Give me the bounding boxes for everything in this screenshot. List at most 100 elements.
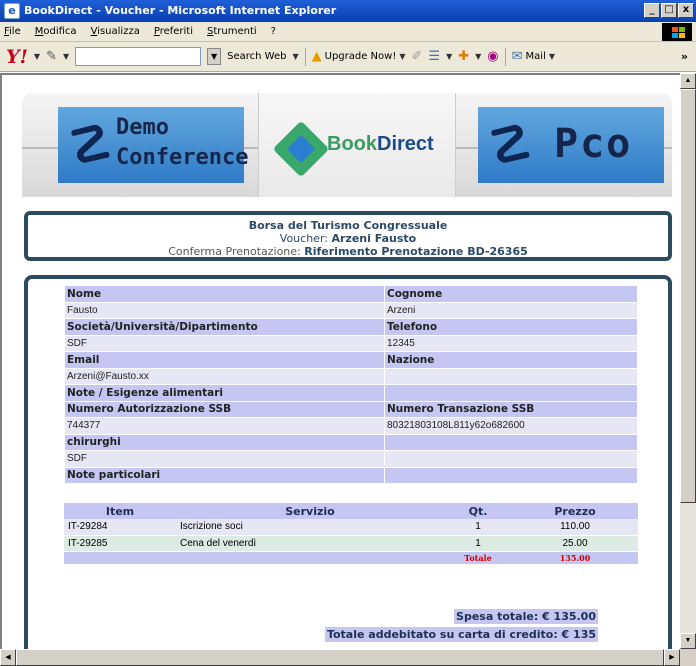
minimize-button[interactable]: _ — [644, 3, 660, 18]
menu-visualizza[interactable]: Visualizza — [91, 26, 140, 37]
field-label — [384, 466, 638, 484]
field-value-row: Fausto Arzeni — [64, 301, 638, 319]
field-label: Numero Autorizzazione SSB — [64, 400, 385, 418]
voucher-body: Nome Cognome Fausto Arzeni Società/Universit… — [24, 275, 672, 649]
spesa-totale: Spesa totale: € 135.00 — [454, 609, 598, 624]
field-label-row: Email Nazione — [64, 351, 638, 369]
menu-preferiti[interactable]: Preferiti — [154, 26, 193, 37]
registration-details-table: Nome Cognome Fausto Arzeni Società/Universit… — [64, 285, 638, 484]
scroll-left-icon[interactable]: ◀ — [0, 649, 16, 666]
field-label: Numero Transazione SSB — [384, 400, 638, 418]
menu-file[interactable]: File — [4, 26, 21, 37]
field-label: Nome — [64, 285, 385, 303]
field-label-row: Note / Esigenze alimentari — [64, 384, 638, 402]
field-value — [384, 450, 638, 468]
crosshair-icon[interactable]: ✚ — [458, 49, 469, 64]
scroll-down-icon[interactable]: ▼ — [680, 633, 696, 649]
list-icon[interactable]: ☰ — [428, 49, 440, 64]
windows-logo-icon — [662, 23, 692, 41]
field-label — [384, 384, 638, 402]
field-value — [384, 367, 638, 385]
list-dropdown-icon[interactable]: ▼ — [446, 52, 452, 61]
field-label-row: Numero Autorizzazione SSB Numero Transazi… — [64, 400, 638, 418]
page-viewport: ☡ Demo Conference BookDirect ☡ Pco Borsa… — [0, 73, 680, 649]
field-label: Note / Esigenze alimentari — [64, 384, 385, 402]
item-qt: 1 — [444, 535, 512, 552]
ie-icon: e — [4, 3, 20, 19]
col-item: Item — [64, 503, 176, 519]
toolbar-overflow-button[interactable]: » — [681, 50, 688, 63]
close-button[interactable]: x — [678, 3, 694, 18]
search-web-button[interactable]: Search Web — [227, 51, 286, 62]
items-table: Item Servizio Qt. Prezzo IT-29284 Iscriz… — [64, 503, 638, 565]
menu-help[interactable]: ? — [271, 26, 276, 37]
field-label: Società/Università/Dipartimento — [64, 318, 385, 336]
mail-icon: ✉ — [511, 49, 523, 64]
toolbar-separator — [304, 47, 306, 66]
header-banner: ☡ Demo Conference BookDirect ☡ Pco — [22, 93, 672, 197]
maximize-button[interactable]: □ — [661, 3, 677, 18]
field-value: SDF — [64, 450, 385, 468]
total-row: Totale 135.00 — [64, 551, 638, 565]
totale-addebitato: Totale addebitato su carta di credito: €… — [324, 627, 598, 642]
window-title: BookDirect - Voucher - Microsoft Interne… — [24, 4, 337, 17]
col-servizio: Servizio — [176, 503, 444, 519]
field-value: Arzeni — [384, 301, 638, 319]
vertical-scrollbar[interactable]: ▲ ▼ — [680, 73, 696, 649]
pencil-dropdown-icon[interactable]: ▼ — [63, 52, 69, 61]
item-qt: 1 — [444, 519, 512, 536]
field-label-row: Nome Cognome — [64, 285, 638, 303]
vertical-scroll-thumb[interactable] — [680, 89, 696, 503]
field-value-row: SDF — [64, 450, 638, 468]
mail-button[interactable]: ✉ Mail ▼ — [512, 49, 555, 64]
music-icon[interactable]: ◉ — [487, 49, 498, 64]
menu-strumenti[interactable]: Strumenti — [207, 26, 257, 37]
title-bar: e BookDirect - Voucher - Microsoft Inter… — [0, 0, 696, 22]
item-servizio: Cena del venerdì — [176, 535, 444, 552]
col-qt: Qt. — [444, 503, 512, 519]
search-web-dropdown-icon[interactable]: ▼ — [292, 52, 298, 61]
upgrade-now-button[interactable]: ▲ Upgrade Now! ▼ — [312, 49, 406, 64]
field-label: Nazione — [384, 351, 638, 369]
search-dropdown-button[interactable]: ▼ — [207, 48, 222, 65]
field-value-row: 744377 80321803108L811y62o682600 — [64, 417, 638, 435]
swirl-icon: ☡ — [68, 115, 113, 174]
yahoo-toolbar: Y! ▼ ✎ ▼ ▼ Search Web ▼ ▲ Upgrade Now! ▼… — [0, 42, 696, 72]
event-title: Borsa del Turismo Congressuale — [248, 219, 448, 232]
crosshair-dropdown-icon[interactable]: ▼ — [475, 52, 481, 61]
menu-modifica[interactable]: Modifica — [35, 26, 77, 37]
field-value: 744377 — [64, 417, 385, 435]
item-code: IT-29285 — [64, 535, 176, 552]
total-value: 135.00 — [512, 551, 638, 565]
yahoo-logo[interactable]: Y! — [6, 46, 28, 68]
field-label: Cognome — [384, 285, 638, 303]
pco-logo: ☡ Pco — [478, 107, 664, 183]
field-value: SDF — [64, 334, 385, 352]
bookdirect-logo: BookDirect — [258, 93, 456, 197]
horizontal-scrollbar[interactable]: ◀ ▶ — [0, 649, 680, 666]
search-web-label: Search Web — [227, 51, 287, 62]
scroll-up-icon[interactable]: ▲ — [680, 73, 696, 89]
logo-line-demo: Demo — [116, 115, 169, 140]
scrollbar-corner — [680, 649, 696, 666]
search-input[interactable] — [75, 47, 202, 66]
voucher-name: Arzeni Fausto — [331, 232, 417, 245]
field-value: Fausto — [64, 301, 385, 319]
yahoo-dropdown-icon[interactable]: ▼ — [34, 52, 40, 61]
col-prezzo: Prezzo — [512, 503, 638, 519]
table-row: IT-29284 Iscrizione soci 1 110.00 — [64, 519, 638, 536]
confirm-ref: Riferimento Prenotazione BD-26365 — [304, 245, 528, 258]
logo-pco-text: Pco — [554, 121, 633, 167]
warning-icon: ▲ — [311, 49, 322, 64]
bookdirect-icon — [272, 120, 330, 178]
mail-label: Mail — [525, 51, 546, 62]
field-value-row: SDF 12345 — [64, 334, 638, 352]
highlighter-icon[interactable]: ✐ — [412, 49, 423, 64]
pencil-icon[interactable]: ✎ — [46, 49, 57, 64]
item-prezzo: 25.00 — [512, 535, 638, 552]
window-controls: _ □ x — [644, 3, 694, 18]
horizontal-scroll-thumb[interactable] — [16, 649, 664, 666]
items-header-row: Item Servizio Qt. Prezzo — [64, 503, 638, 519]
field-label: Email — [64, 351, 385, 369]
scroll-right-icon[interactable]: ▶ — [664, 649, 680, 666]
